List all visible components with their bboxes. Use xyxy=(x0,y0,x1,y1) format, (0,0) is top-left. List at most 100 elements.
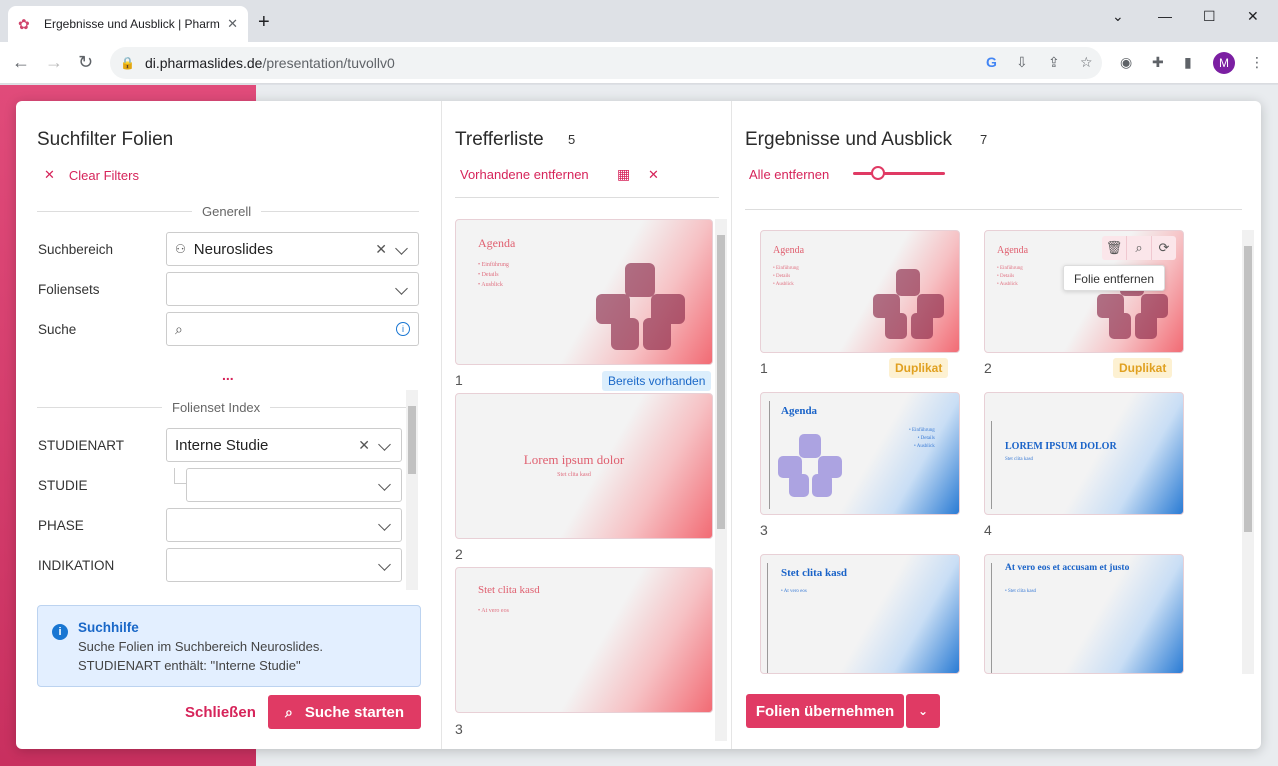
install-icon[interactable]: ⇩ xyxy=(1016,54,1028,71)
share-icon[interactable]: ⇪ xyxy=(1048,54,1060,71)
forward-icon[interactable]: → xyxy=(45,52,63,72)
close-tab-icon[interactable]: ✕ xyxy=(227,16,238,32)
result-slide[interactable]: Stet clita kasd • At vero eos xyxy=(760,554,960,674)
result-slide[interactable]: LOREM IPSUM DOLOR Stet clita kasd xyxy=(984,392,1184,515)
result-slide[interactable]: Agenda • Einführung • Details • Ausblick xyxy=(760,230,960,353)
divider xyxy=(745,209,1242,210)
avatar[interactable]: M xyxy=(1213,52,1235,74)
flower-graphic-icon xyxy=(778,434,842,497)
duplicate-badge: Duplikat xyxy=(1113,358,1173,378)
hit-slide[interactable]: Lorem ipsum dolor Stet clita kasd xyxy=(455,393,713,539)
foliensets-select[interactable] xyxy=(166,272,419,306)
browser-tabstrip: ✿ Ergebnisse und Ausblick | Pharm ✕ + ⌄ … xyxy=(0,0,1278,42)
clear-icon[interactable]: ✕ xyxy=(375,241,387,258)
chevron-down-icon[interactable] xyxy=(378,437,391,451)
help-line: STUDIENART enthält: "Interne Studie" xyxy=(78,658,301,673)
group-icon: ⚇ xyxy=(175,242,186,256)
result-slide[interactable]: At vero eos et accusam et justo • Stet c… xyxy=(984,554,1184,674)
trash-icon[interactable]: 🗑 xyxy=(1102,236,1127,260)
help-line: Suche Folien im Suchbereich Neuroslides. xyxy=(78,639,323,654)
results-column: Ergebnisse und Ausblick 7 Alle entfernen… xyxy=(731,101,1261,749)
phase-select[interactable] xyxy=(166,508,402,542)
back-icon[interactable]: ← xyxy=(12,52,30,72)
new-tab-icon[interactable]: + xyxy=(258,12,270,32)
url-field[interactable]: 🔒 di.pharmaslides.de/presentation/tuvoll… xyxy=(110,47,1102,79)
chevron-down-icon[interactable]: ⌄ xyxy=(1112,8,1124,25)
address-bar-row: ← → ↻ 🔒 di.pharmaslides.de/presentation/… xyxy=(0,42,1278,84)
replace-icon[interactable]: ⟳ xyxy=(1152,236,1176,260)
slide-number: 1 xyxy=(455,372,463,388)
info-icon[interactable]: i xyxy=(396,322,410,336)
hit-slide[interactable]: Agenda • Einführung • Details • Ausblick xyxy=(455,219,713,365)
indikation-select[interactable] xyxy=(166,548,402,582)
apply-slides-button[interactable]: Folien übernehmen xyxy=(746,694,904,728)
apply-options-button[interactable]: ⌄ xyxy=(906,694,940,728)
filter-column: Suchfilter Folien ✕ Clear Filters Generel… xyxy=(16,101,441,749)
foliensets-label: Foliensets xyxy=(38,282,100,297)
slide-number: 2 xyxy=(455,546,463,562)
search-icon[interactable]: ⌕ xyxy=(1127,236,1152,260)
close-icon: ✕ xyxy=(44,167,55,182)
results-count: 7 xyxy=(980,132,988,147)
indikation-label: INDIKATION xyxy=(38,558,115,573)
chevron-down-icon[interactable] xyxy=(395,241,408,255)
search-help-box: i Suchhilfe Suche Folien im Suchbereich … xyxy=(37,605,421,687)
studienart-select[interactable]: Interne Studie ✕ xyxy=(166,428,402,462)
result-slide[interactable]: Agenda • Einführung • Details • Ausblick xyxy=(760,392,960,515)
grid-add-icon[interactable]: ▦ xyxy=(617,166,630,183)
duplicate-badge: Duplikat xyxy=(889,358,949,378)
browser-tab[interactable]: ✿ Ergebnisse und Ausblick | Pharm ✕ xyxy=(8,6,248,42)
minimize-icon[interactable]: — xyxy=(1158,8,1172,24)
studienart-label: STUDIENART xyxy=(38,438,125,453)
close-icon[interactable]: ✕ xyxy=(648,167,659,183)
toggle-slider-knob[interactable] xyxy=(871,166,885,180)
search-input[interactable]: ⌕ i xyxy=(166,312,419,346)
suchbereich-label: Suchbereich xyxy=(38,242,114,257)
flower-graphic-icon xyxy=(596,263,685,350)
chevron-down-icon[interactable] xyxy=(378,557,391,571)
flower-graphic-icon xyxy=(873,269,944,339)
puzzle-icon[interactable]: ✚ xyxy=(1152,54,1164,71)
hit-slide[interactable]: Stet clita kasd • At vero eos xyxy=(455,567,713,713)
chevron-down-icon[interactable] xyxy=(378,477,391,491)
google-icon[interactable]: G xyxy=(986,54,997,70)
close-button[interactable]: Schließen xyxy=(185,704,256,721)
start-search-button[interactable]: ⌕ Suche starten xyxy=(268,695,421,729)
section-general-label: Generell xyxy=(192,204,262,219)
chevron-down-icon: ⌄ xyxy=(917,704,929,718)
hits-scrollbar[interactable] xyxy=(715,219,727,741)
hits-count: 5 xyxy=(568,132,576,147)
lock-icon: 🔒 xyxy=(120,56,135,70)
search-icon: ⌕ xyxy=(175,320,183,337)
hit-list-column: Trefferliste 5 Vorhandene entfernen ▦ ✕ … xyxy=(441,101,731,749)
remove-existing-button[interactable]: Vorhandene entfernen xyxy=(460,167,589,182)
chevron-down-icon[interactable] xyxy=(395,281,408,295)
sidepanel-icon[interactable]: ▮ xyxy=(1184,54,1192,71)
maximize-icon[interactable]: ☐ xyxy=(1203,8,1216,25)
section-index-label: Folienset Index xyxy=(162,400,271,415)
menu-icon[interactable]: ⋮ xyxy=(1250,54,1264,71)
remove-all-button[interactable]: Alle entfernen xyxy=(749,167,829,182)
filter-title: Suchfilter Folien xyxy=(37,129,174,150)
hits-title: Trefferliste xyxy=(455,129,544,150)
results-scrollbar[interactable] xyxy=(1242,230,1254,674)
slide-toolbar: 🗑 ⌕ ⟳ xyxy=(1102,236,1176,260)
slide-number: 1 xyxy=(760,360,768,376)
extension-icon[interactable]: ◉ xyxy=(1120,54,1132,71)
chevron-down-icon[interactable] xyxy=(378,517,391,531)
filter-scrollbar[interactable] xyxy=(406,390,418,590)
suchbereich-select[interactable]: ⚇ Neuroslides ✕ xyxy=(166,232,419,266)
flower-favicon-icon: ✿ xyxy=(18,16,30,32)
slide-number: 4 xyxy=(984,522,992,538)
more-filters-button[interactable]: ... xyxy=(222,367,234,383)
url-host: di.pharmaslides.de xyxy=(144,55,263,71)
clear-filters-button[interactable]: ✕ Clear Filters xyxy=(44,167,139,183)
studie-select[interactable] xyxy=(186,468,402,502)
clear-icon[interactable]: ✕ xyxy=(358,437,370,454)
divider xyxy=(455,197,719,198)
slide-number: 3 xyxy=(760,522,768,538)
reload-icon[interactable]: ↻ xyxy=(78,52,93,72)
toggle-slider[interactable] xyxy=(853,172,945,175)
star-icon[interactable]: ☆ xyxy=(1080,54,1093,71)
close-window-icon[interactable]: ✕ xyxy=(1247,8,1259,25)
